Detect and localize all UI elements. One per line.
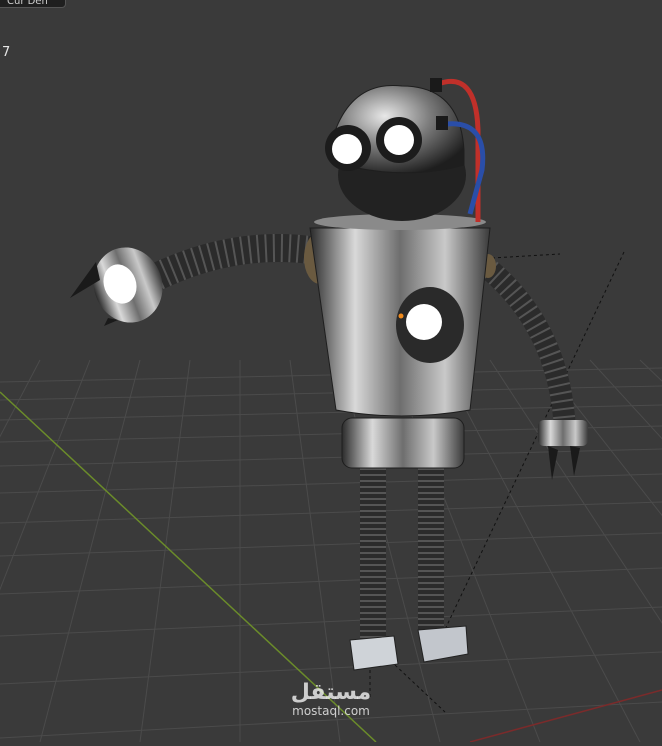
left-foot <box>349 635 399 671</box>
right-goggle <box>384 125 414 155</box>
frame-number: 7 <box>2 45 11 60</box>
watermark-arabic: مستقل <box>290 680 372 705</box>
left-claw <box>70 247 163 326</box>
left-goggle <box>332 134 362 164</box>
header-chip[interactable]: Cur Den <box>0 0 66 8</box>
watermark: مستقل mostaql.com <box>286 680 376 719</box>
hose-nozzle <box>430 78 442 92</box>
viewport-canvas[interactable] <box>0 0 662 743</box>
right-foot <box>417 625 469 663</box>
left-leg <box>360 468 386 643</box>
x-axis-line <box>469 689 662 743</box>
origin-dot <box>398 313 404 319</box>
chest-eye <box>406 304 442 340</box>
hip-ring <box>341 417 465 469</box>
watermark-latin: mostaql.com <box>292 704 370 718</box>
hose-nozzle-2 <box>436 116 448 130</box>
3d-viewport[interactable] <box>0 0 662 743</box>
right-leg <box>418 468 444 630</box>
